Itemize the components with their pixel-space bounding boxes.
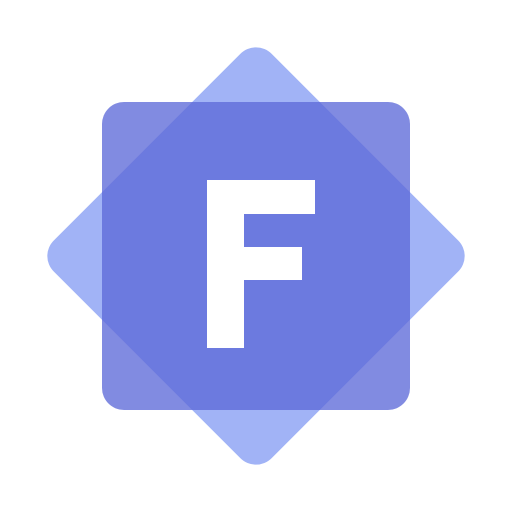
app-logo: F xyxy=(0,0,512,512)
